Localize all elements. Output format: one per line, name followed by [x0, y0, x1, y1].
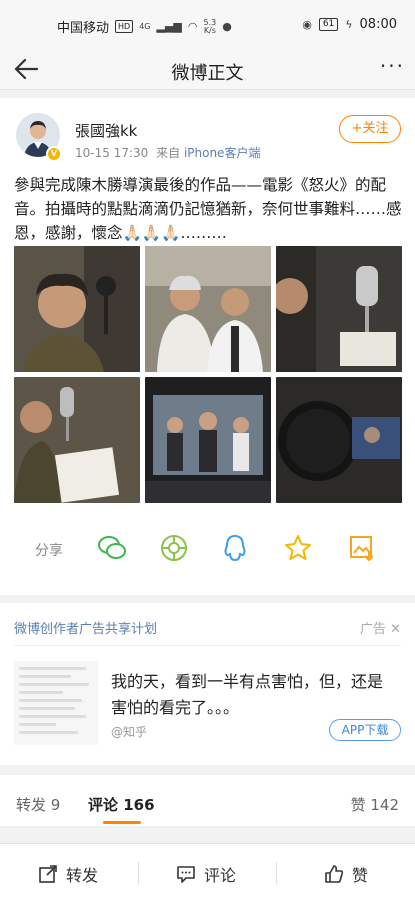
ad-tag[interactable]: 广告 ✕ — [360, 618, 401, 637]
more-options-icon[interactable]: ··· — [380, 54, 405, 78]
signal-icon: ▂▄▆ — [156, 20, 182, 33]
repost-icon — [39, 865, 57, 883]
photo-thumbnail[interactable] — [14, 377, 140, 503]
interaction-tabs: 转发 9 评论 166 赞 142 — [0, 775, 415, 827]
photo-thumbnail[interactable] — [145, 377, 271, 503]
speed-unit: K/s — [203, 25, 216, 35]
share-actions: 分享 — [0, 523, 415, 573]
nav-bar: 微博正文 ··· — [0, 50, 415, 90]
qq-notification-icon: ● — [222, 20, 232, 33]
network-speed: 5.3 K/s — [203, 18, 217, 35]
photo-thumbnail[interactable] — [14, 246, 140, 372]
source-link[interactable]: iPhone客户端 — [184, 146, 261, 160]
status-right: ◉ 61 ϟ 08:00 — [302, 17, 397, 32]
ad-text[interactable]: 我的天，看到一半有点害怕，但，还是害怕的看完了。。。 — [111, 669, 391, 721]
save-image-icon[interactable] — [347, 533, 377, 563]
tab-comments-count: 166 — [123, 796, 155, 814]
follow-button[interactable]: +关注 — [339, 115, 401, 143]
ad-card[interactable]: 微博创作者广告共享计划 广告 ✕ 我的天，看到一半有点害怕，但，还是害怕的看完了… — [0, 603, 415, 765]
carrier-label: 中国移动 — [57, 21, 110, 36]
tab-reposts-count: 9 — [50, 796, 61, 814]
post-meta: 10-15 17:30 来自 iPhone客户端 — [75, 144, 260, 161]
like-label: 赞 — [352, 866, 369, 885]
repost-label: 转发 — [66, 866, 99, 885]
weibo-post: V 張國強kk 10-15 17:30 来自 iPhone客户端 +关注 參與完… — [0, 98, 415, 595]
photo-icon — [145, 246, 271, 372]
divider — [14, 645, 401, 646]
photo-icon — [276, 246, 402, 372]
ad-thumbnail[interactable] — [14, 661, 98, 745]
post-time: 10-15 17:30 — [75, 146, 149, 160]
divider — [276, 862, 277, 884]
tab-likes[interactable]: 赞 142 — [351, 794, 399, 815]
qq-icon[interactable] — [220, 533, 250, 563]
tab-comments-label: 评论 — [88, 796, 119, 814]
status-bar: 中国移动 HD 4G ▂▄▆ ◠ 5.3 K/s ● ◉ 61 ϟ 08:00 — [0, 0, 415, 50]
comment-icon — [177, 866, 195, 883]
tab-comments[interactable]: 评论 166 — [88, 794, 155, 815]
hd-indicator: HD — [115, 20, 134, 33]
eye-comfort-icon: ◉ — [302, 18, 312, 31]
moments-icon[interactable] — [159, 533, 189, 563]
network-type-indicator: 4G — [139, 21, 151, 31]
tab-likes-count: 142 — [370, 796, 399, 814]
photo-thumbnail[interactable] — [276, 246, 402, 372]
charging-icon: ϟ — [345, 18, 353, 31]
active-tab-indicator — [103, 821, 141, 824]
photo-grid — [14, 246, 402, 503]
source-prefix: 来自 — [156, 146, 181, 160]
app-download-button[interactable]: APP下载 — [329, 719, 401, 741]
repost-button[interactable]: 转发 — [38, 862, 98, 886]
comment-label: 评论 — [204, 866, 237, 885]
post-text: 參與完成陳木勝導演最後的作品——電影《怒火》的配音。拍攝時的點點滴滴仍記憶猶新，… — [14, 176, 402, 242]
like-button[interactable]: 赞 — [324, 862, 368, 886]
battery-indicator: 61 — [318, 18, 339, 31]
bottom-action-bar: 转发 评论 赞 — [0, 843, 415, 900]
wechat-icon[interactable] — [97, 533, 127, 563]
comment-button[interactable]: 评论 — [176, 862, 236, 886]
thumbs-up-icon — [325, 865, 344, 883]
ad-program-title[interactable]: 微博创作者广告共享计划 — [14, 618, 157, 637]
photo-icon — [276, 377, 402, 503]
status-left: 中国移动 HD 4G ▂▄▆ ◠ 5.3 K/s ● — [57, 17, 232, 36]
close-icon[interactable]: ✕ — [390, 622, 401, 637]
tab-reposts-label: 转发 — [16, 796, 47, 814]
photo-icon — [145, 377, 271, 503]
page-title: 微博正文 — [171, 63, 244, 84]
share-label: 分享 — [35, 543, 63, 559]
qzone-icon[interactable] — [283, 533, 313, 563]
wifi-icon: ◠ — [187, 20, 198, 33]
photo-thumbnail[interactable] — [276, 377, 402, 503]
verified-badge-icon: V — [46, 146, 62, 162]
ad-source: @知乎 — [111, 725, 148, 739]
tab-likes-label: 赞 — [350, 796, 366, 814]
photo-icon — [14, 377, 140, 503]
photo-icon — [14, 246, 140, 372]
divider — [138, 862, 139, 884]
username[interactable]: 張國強kk — [75, 120, 137, 141]
ad-tag-label: 广告 — [359, 622, 386, 637]
tab-reposts[interactable]: 转发 9 — [16, 794, 60, 815]
clock: 08:00 — [359, 17, 397, 32]
photo-thumbnail[interactable] — [145, 246, 271, 372]
